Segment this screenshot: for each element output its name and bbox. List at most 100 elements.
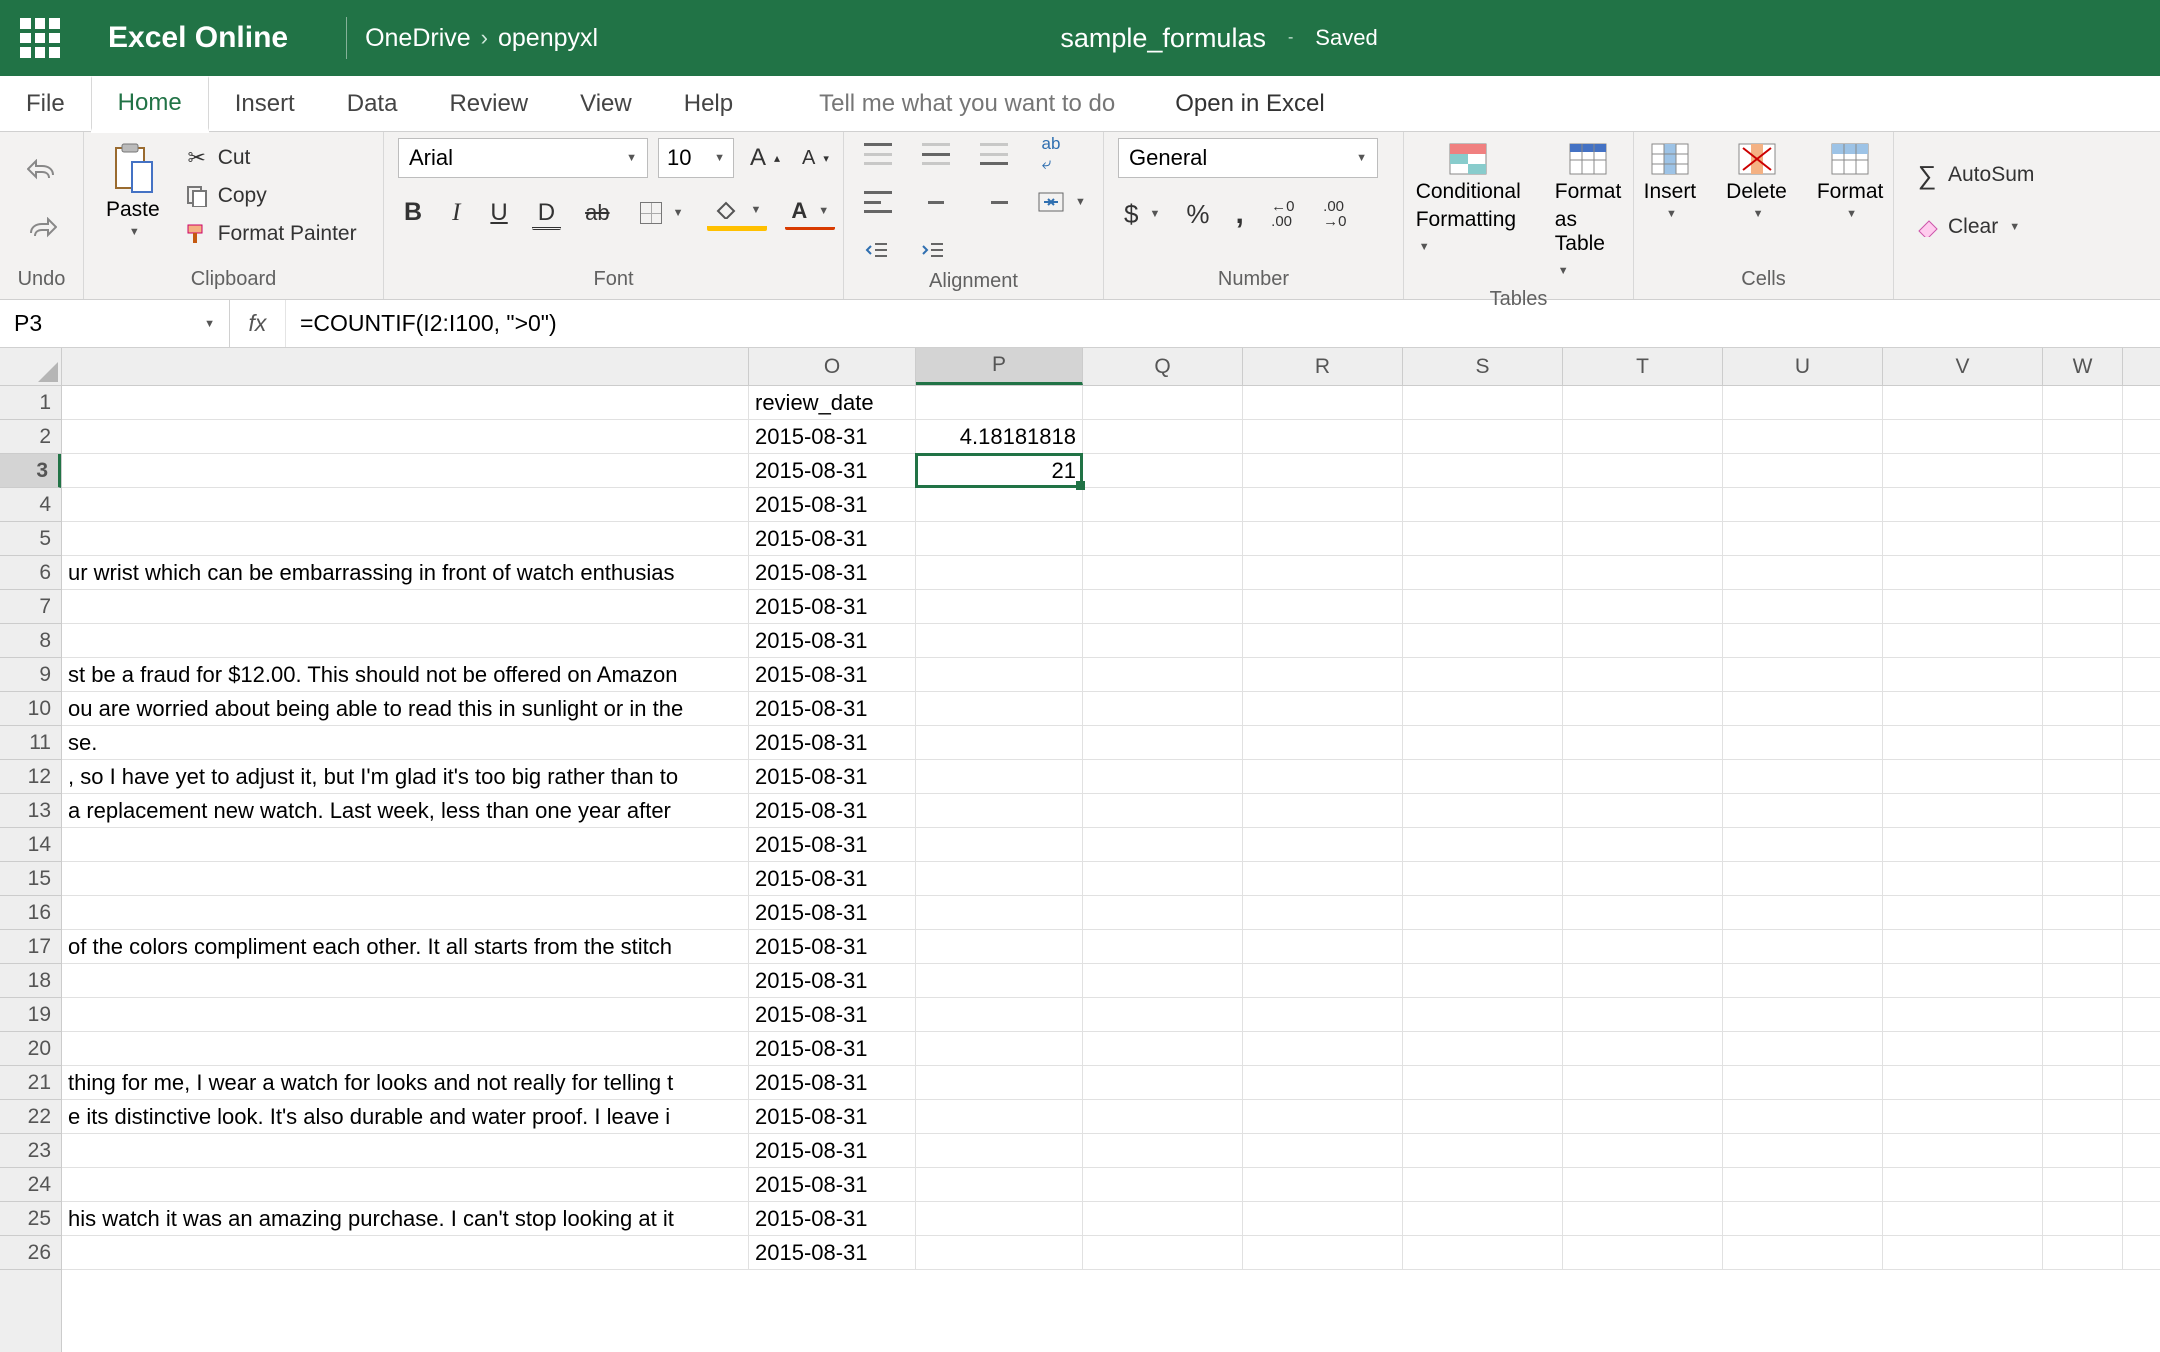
- cell[interactable]: [1403, 590, 1563, 624]
- cell-overflow[interactable]: [62, 590, 749, 624]
- cell[interactable]: [1403, 930, 1563, 964]
- cell[interactable]: [1243, 624, 1403, 658]
- cell[interactable]: 2015-08-31: [749, 998, 916, 1032]
- cell[interactable]: [1883, 1236, 2043, 1270]
- cell[interactable]: [1243, 556, 1403, 590]
- accounting-format-button[interactable]: $▼: [1118, 196, 1166, 233]
- cell[interactable]: [916, 624, 1083, 658]
- cell-overflow[interactable]: [62, 386, 749, 420]
- cell[interactable]: [1403, 998, 1563, 1032]
- cell[interactable]: 2015-08-31: [749, 896, 916, 930]
- cell[interactable]: [916, 658, 1083, 692]
- cell-overflow[interactable]: st be a fraud for $12.00. This should no…: [62, 658, 749, 692]
- font-size-select[interactable]: 10▼: [658, 138, 734, 178]
- cell[interactable]: 2015-08-31: [749, 624, 916, 658]
- cell[interactable]: [1883, 964, 2043, 998]
- cell[interactable]: [1723, 794, 1883, 828]
- increase-decimal-button[interactable]: ←0.00: [1264, 198, 1302, 230]
- cell[interactable]: 2015-08-31: [749, 1100, 916, 1134]
- copy-button[interactable]: Copy: [178, 180, 363, 212]
- cell[interactable]: [1883, 896, 2043, 930]
- cell[interactable]: [1243, 964, 1403, 998]
- tab-file[interactable]: File: [0, 76, 91, 131]
- cell-overflow[interactable]: [62, 624, 749, 658]
- cell[interactable]: [2043, 794, 2123, 828]
- document-name[interactable]: sample_formulas: [1060, 23, 1266, 54]
- cell[interactable]: 4.18181818: [916, 420, 1083, 454]
- cell[interactable]: [916, 1032, 1083, 1066]
- cell[interactable]: [916, 386, 1083, 420]
- row-header[interactable]: 1: [0, 386, 61, 420]
- cell[interactable]: [2043, 658, 2123, 692]
- cell[interactable]: [1403, 794, 1563, 828]
- cell[interactable]: [1883, 998, 2043, 1032]
- cell[interactable]: [1243, 794, 1403, 828]
- cell[interactable]: [1403, 420, 1563, 454]
- cell[interactable]: [1563, 760, 1723, 794]
- cell[interactable]: [1243, 488, 1403, 522]
- cell[interactable]: [1083, 760, 1243, 794]
- cell[interactable]: [1723, 556, 1883, 590]
- cell-overflow[interactable]: [62, 420, 749, 454]
- breadcrumb-folder[interactable]: openpyxl: [498, 24, 598, 53]
- wrap-text-button[interactable]: ab⤶: [1032, 138, 1070, 170]
- cell[interactable]: [1883, 420, 2043, 454]
- cell[interactable]: [2043, 692, 2123, 726]
- cell[interactable]: [2043, 488, 2123, 522]
- align-right-button[interactable]: [974, 188, 1014, 216]
- cell[interactable]: [1883, 556, 2043, 590]
- cell[interactable]: 2015-08-31: [749, 862, 916, 896]
- conditional-formatting-button[interactable]: Conditional Formatting ▼: [1408, 138, 1529, 260]
- cell[interactable]: [1403, 624, 1563, 658]
- double-underline-button[interactable]: D: [532, 196, 561, 230]
- cell[interactable]: [2043, 828, 2123, 862]
- cell-overflow[interactable]: [62, 488, 749, 522]
- align-middle-button[interactable]: [916, 140, 956, 168]
- format-as-table-button[interactable]: Format as Table ▼: [1547, 138, 1630, 284]
- cell[interactable]: [1723, 862, 1883, 896]
- cell[interactable]: [2043, 726, 2123, 760]
- cell[interactable]: [1563, 930, 1723, 964]
- cut-button[interactable]: ✂Cut: [178, 142, 363, 174]
- cell[interactable]: [1083, 420, 1243, 454]
- cell[interactable]: [2043, 964, 2123, 998]
- row-header[interactable]: 23: [0, 1134, 61, 1168]
- cell[interactable]: [1243, 896, 1403, 930]
- cell[interactable]: [1883, 760, 2043, 794]
- cell[interactable]: [1243, 828, 1403, 862]
- cell[interactable]: [1403, 386, 1563, 420]
- cell[interactable]: [1883, 1134, 2043, 1168]
- cell[interactable]: [1723, 896, 1883, 930]
- cell[interactable]: [1403, 760, 1563, 794]
- cell[interactable]: [916, 1202, 1083, 1236]
- cell[interactable]: [1563, 1202, 1723, 1236]
- merge-button[interactable]: ▼: [1032, 186, 1092, 218]
- cell[interactable]: [1883, 1066, 2043, 1100]
- row-header[interactable]: 14: [0, 828, 61, 862]
- cell[interactable]: [1883, 726, 2043, 760]
- cell[interactable]: [1083, 1066, 1243, 1100]
- cell[interactable]: [2043, 1202, 2123, 1236]
- cell[interactable]: [1723, 726, 1883, 760]
- cell[interactable]: [1243, 1236, 1403, 1270]
- cell[interactable]: [916, 488, 1083, 522]
- cell[interactable]: 2015-08-31: [749, 1168, 916, 1202]
- tab-data[interactable]: Data: [321, 76, 424, 131]
- cell-overflow[interactable]: [62, 1134, 749, 1168]
- cell[interactable]: [1243, 998, 1403, 1032]
- decrease-font-button[interactable]: A▾: [796, 144, 835, 173]
- row-header[interactable]: 19: [0, 998, 61, 1032]
- cell[interactable]: [916, 896, 1083, 930]
- formula-input[interactable]: =COUNTIF(I2:I100, ">0"): [286, 300, 2160, 347]
- cell[interactable]: [1723, 1066, 1883, 1100]
- increase-indent-button[interactable]: [914, 234, 952, 266]
- cell[interactable]: 2015-08-31: [749, 692, 916, 726]
- cell[interactable]: [2043, 522, 2123, 556]
- cell[interactable]: [1243, 590, 1403, 624]
- cell[interactable]: [1723, 828, 1883, 862]
- autosum-button[interactable]: ∑AutoSum: [1908, 159, 2040, 191]
- row-header[interactable]: 10: [0, 692, 61, 726]
- cell[interactable]: [1083, 556, 1243, 590]
- cell[interactable]: [1083, 522, 1243, 556]
- row-header[interactable]: 2: [0, 420, 61, 454]
